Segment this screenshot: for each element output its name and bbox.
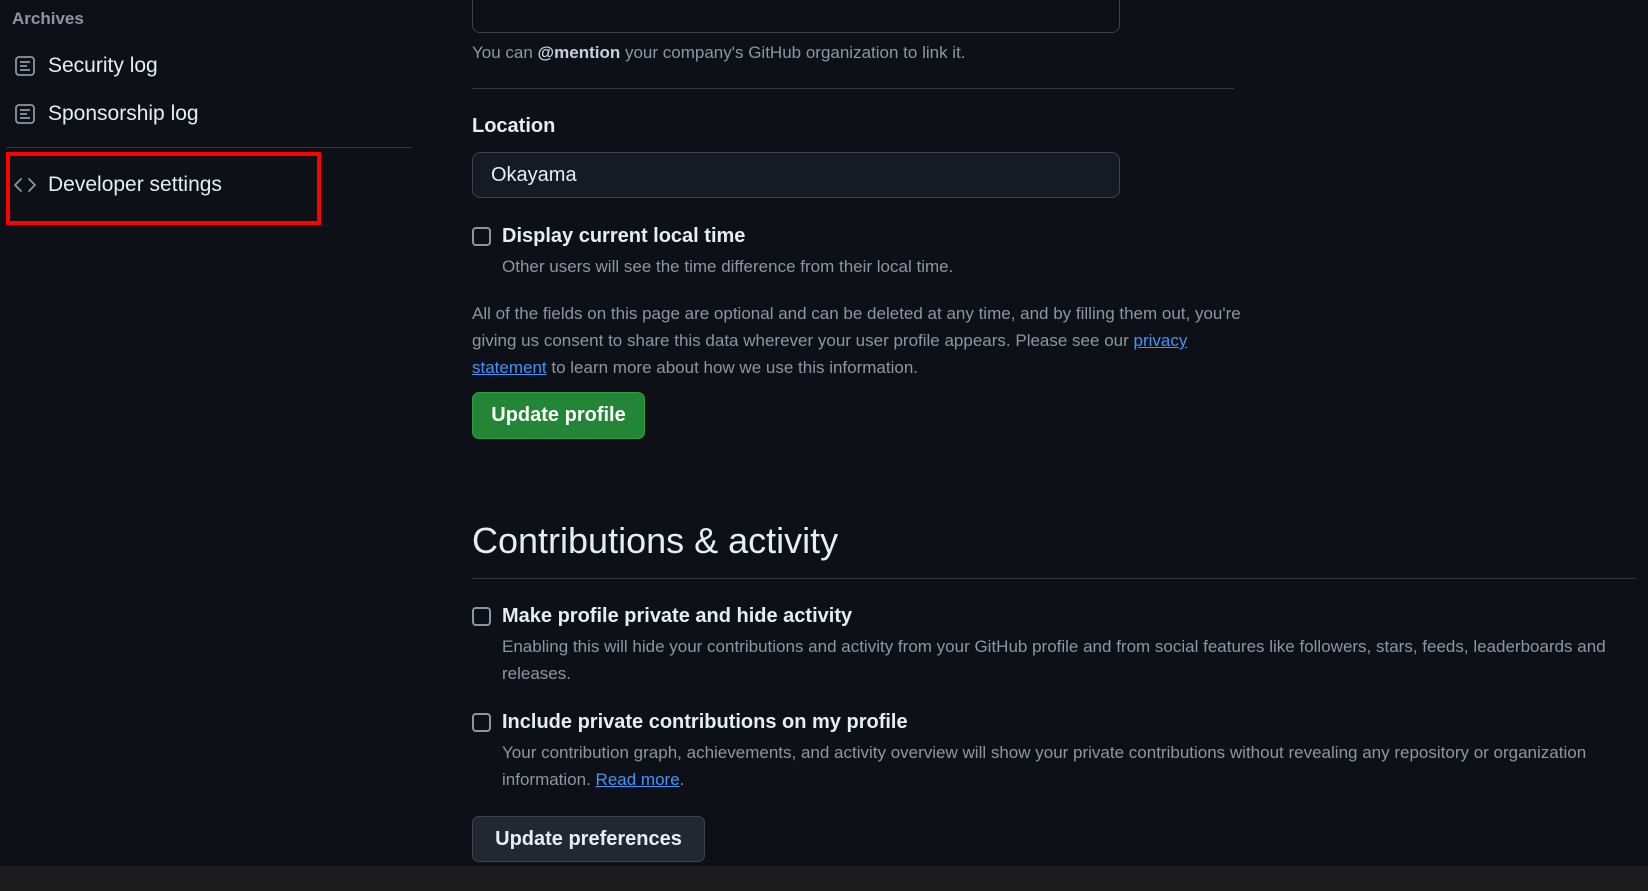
- private-profile-checkbox[interactable]: [472, 607, 491, 626]
- company-input[interactable]: [472, 0, 1120, 33]
- divider: [472, 88, 1234, 89]
- mention-text: @mention: [537, 43, 621, 62]
- bottom-bar: [0, 866, 1648, 891]
- read-more-link[interactable]: Read more: [596, 770, 680, 789]
- local-time-title: Display current local time: [502, 225, 746, 247]
- private-contributions-title: Include private contributions on my prof…: [502, 711, 908, 733]
- private-contributions-checkbox[interactable]: [472, 713, 491, 732]
- sidebar-item-label: Developer settings: [48, 173, 222, 196]
- update-preferences-button[interactable]: Update preferences: [472, 816, 705, 862]
- sidebar-heading-archives: Archives: [12, 9, 84, 28]
- settings-page: Archives Security log Sponsorship log De…: [0, 0, 1648, 891]
- sidebar: Archives Security log Sponsorship log De…: [0, 0, 414, 866]
- section-title: Contributions & activity: [472, 520, 839, 561]
- sidebar-divider: [6, 147, 412, 148]
- local-time-description: Other users will see the time difference…: [502, 257, 954, 276]
- sidebar-item-developer-settings[interactable]: Developer settings: [12, 167, 222, 203]
- company-hint: You can @mention your company's GitHub o…: [472, 43, 966, 62]
- private-profile-title: Make profile private and hide activity: [502, 605, 853, 627]
- sidebar-item-sponsorship-log[interactable]: Sponsorship log: [12, 96, 199, 132]
- private-contributions-description: Your contribution graph, achievements, a…: [502, 743, 1587, 789]
- main-content: You can @mention your company's GitHub o…: [472, 0, 1637, 866]
- sidebar-item-security-log[interactable]: Security log: [12, 48, 158, 84]
- sidebar-item-label: Security log: [48, 54, 158, 77]
- private-profile-description: Enabling this will hide your contributio…: [502, 637, 1606, 683]
- code-icon: [12, 172, 38, 198]
- local-time-checkbox[interactable]: [472, 227, 491, 246]
- consent-text: All of the fields on this page are optio…: [472, 304, 1241, 377]
- location-input[interactable]: [472, 152, 1120, 198]
- location-label: Location: [472, 115, 556, 137]
- update-profile-button[interactable]: Update profile: [472, 392, 645, 439]
- sidebar-item-label: Sponsorship log: [48, 102, 199, 125]
- log-icon: [12, 53, 38, 79]
- log-icon: [12, 101, 38, 127]
- divider: [472, 578, 1637, 579]
